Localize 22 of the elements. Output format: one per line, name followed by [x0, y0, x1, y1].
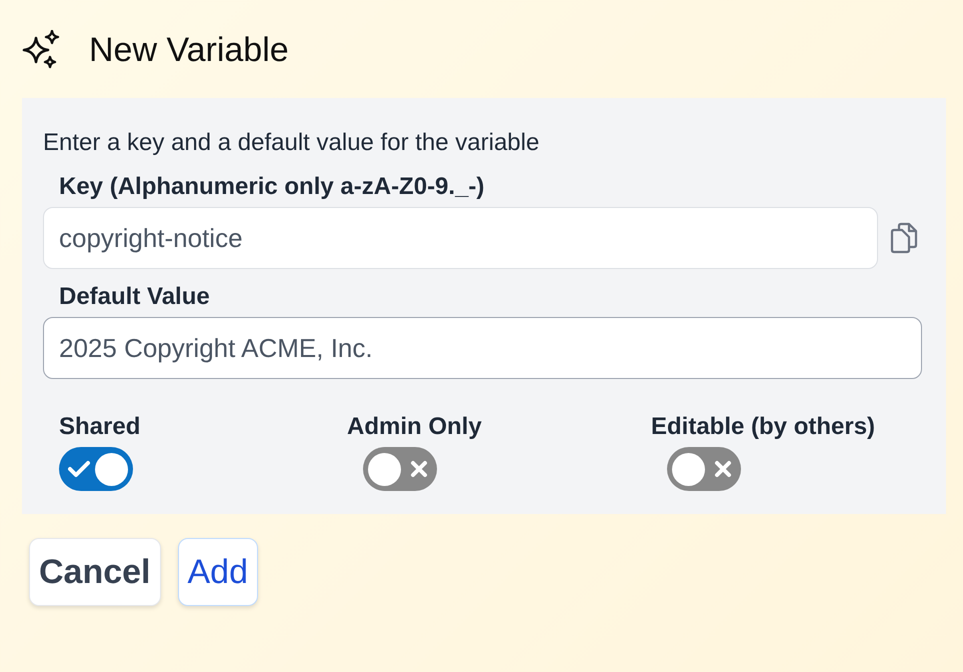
- toggle-label: Admin Only: [347, 412, 483, 442]
- toggle-switch[interactable]: [363, 447, 437, 491]
- knob-icon: [95, 452, 128, 486]
- text-input[interactable]: 2025 Copyright ACME, Inc.: [43, 317, 922, 379]
- toggle-label: Shared: [59, 412, 142, 442]
- knob-icon: [672, 452, 705, 486]
- sparkles-icon: [22, 30, 62, 70]
- cross-icon: [410, 460, 428, 478]
- toggle-switch[interactable]: [59, 447, 133, 491]
- text-input[interactable]: copyright-notice: [43, 207, 878, 269]
- field-label: Key (Alphanumeric only a-zA-Z0-9._-): [59, 172, 486, 202]
- dialog-button[interactable]: Cancel: [29, 538, 160, 606]
- knob-icon: [368, 452, 401, 486]
- copy-icon[interactable]: [890, 222, 918, 254]
- field-label: Default Value: [59, 282, 211, 312]
- dialog-title: New Variable: [89, 30, 289, 70]
- dialog-button[interactable]: Add: [178, 538, 258, 606]
- toggle-switch[interactable]: [667, 447, 741, 491]
- check-icon: [68, 460, 90, 478]
- cross-icon: [714, 460, 732, 478]
- description-text: Enter a key and a default value for the variable: [43, 128, 540, 158]
- toggle-label: Editable (by others): [651, 412, 876, 442]
